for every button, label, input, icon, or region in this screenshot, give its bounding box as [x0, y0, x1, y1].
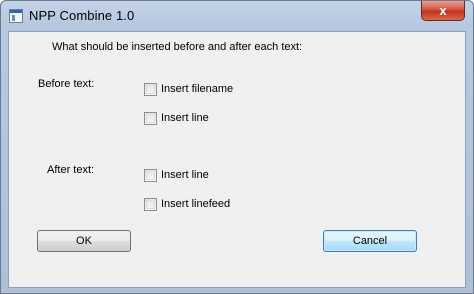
dialog-window: NPP Combine 1.0 x What should be inserte… — [0, 0, 474, 294]
cancel-button[interactable]: Cancel — [323, 230, 417, 252]
ok-button[interactable]: OK — [37, 230, 131, 252]
window-app-icon — [9, 9, 23, 23]
before-text-label: Before text: — [38, 78, 95, 90]
close-button[interactable]: x — [421, 1, 465, 21]
close-icon: x — [439, 3, 447, 18]
app-icon-titlebar — [10, 10, 22, 13]
checkbox-box[interactable] — [144, 112, 157, 125]
checkbox-box[interactable] — [144, 169, 157, 182]
after-text-label: After text: — [47, 164, 95, 176]
checkbox-label[interactable]: Insert line — [161, 169, 209, 181]
app-icon-pane — [12, 15, 15, 21]
dialog-body: What should be inserted before and after… — [8, 31, 466, 288]
checkbox-label[interactable]: Insert filename — [161, 83, 233, 95]
checkbox-label[interactable]: Insert linefeed — [161, 198, 230, 210]
checkbox-box[interactable] — [144, 198, 157, 211]
dialog-prompt: What should be inserted before and after… — [52, 41, 303, 53]
title-bar[interactable]: NPP Combine 1.0 x — [1, 1, 473, 31]
window-title: NPP Combine 1.0 — [29, 8, 135, 23]
checkbox-box[interactable] — [144, 83, 157, 96]
checkbox-label[interactable]: Insert line — [161, 112, 209, 124]
